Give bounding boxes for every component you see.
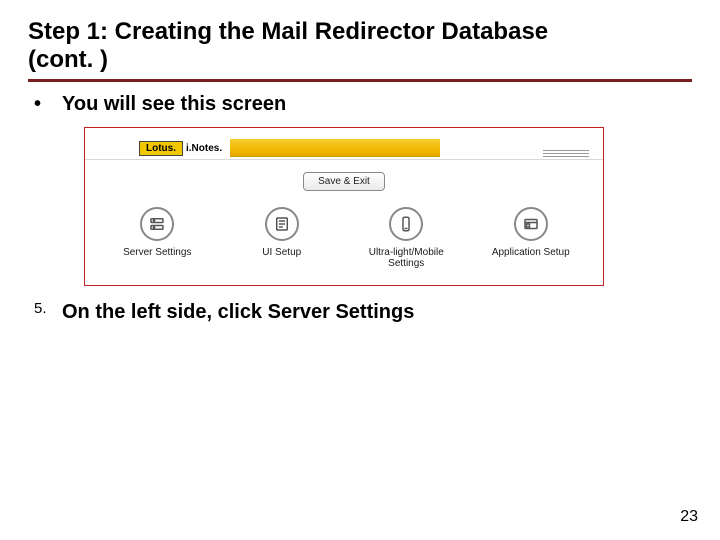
brand-stripe bbox=[230, 139, 440, 157]
slide: Step 1: Creating the Mail Redirector Dat… bbox=[0, 0, 720, 540]
application-icon bbox=[514, 207, 548, 241]
settings-tiles: Server Settings UI Setup Ultra-light/Mob… bbox=[85, 197, 603, 285]
bullet-text: You will see this screen bbox=[62, 92, 692, 117]
inotes-logo: i.Notes. bbox=[186, 143, 222, 154]
tile-application-setup[interactable]: Application Setup bbox=[476, 207, 586, 258]
inotes-screenshot: Lotus. i.Notes. Save & Exit Server Setti… bbox=[84, 127, 604, 286]
screenshot-header: Lotus. i.Notes. bbox=[85, 128, 603, 160]
title-line-1: Step 1: Creating the Mail Redirector Dat… bbox=[28, 18, 548, 45]
slide-title: Step 1: Creating the Mail Redirector Dat… bbox=[28, 18, 692, 77]
bullet-item-intro: • You will see this screen bbox=[34, 92, 692, 117]
header-text-lines bbox=[543, 150, 589, 159]
title-line-2: (cont. ) bbox=[28, 46, 108, 73]
bullet-marker: • bbox=[34, 92, 62, 116]
mobile-icon bbox=[389, 207, 423, 241]
server-icon bbox=[140, 207, 174, 241]
lotus-logo: Lotus. bbox=[139, 141, 183, 156]
page-number: 23 bbox=[680, 508, 698, 526]
tile-label: Ultra-light/Mobile Settings bbox=[351, 247, 461, 269]
tile-label: Application Setup bbox=[492, 247, 570, 258]
tile-server-settings[interactable]: Server Settings bbox=[102, 207, 212, 258]
bullet-text: On the left side, click Server Settings bbox=[62, 300, 692, 325]
tile-mobile-settings[interactable]: Ultra-light/Mobile Settings bbox=[351, 207, 461, 269]
tile-ui-setup[interactable]: UI Setup bbox=[227, 207, 337, 258]
screenshot-container: Lotus. i.Notes. Save & Exit Server Setti… bbox=[84, 127, 692, 286]
tile-label: Server Settings bbox=[123, 247, 191, 258]
title-underline bbox=[28, 79, 692, 82]
bullet-list-2: 5. On the left side, click Server Settin… bbox=[28, 300, 692, 325]
ui-setup-icon bbox=[265, 207, 299, 241]
bullet-list: • You will see this screen bbox=[28, 92, 692, 117]
brand-bar: Lotus. i.Notes. bbox=[139, 137, 440, 159]
bullet-marker: 5. bbox=[34, 300, 62, 318]
tile-label: UI Setup bbox=[262, 247, 301, 258]
bullet-item-step5: 5. On the left side, click Server Settin… bbox=[34, 300, 692, 325]
button-row: Save & Exit bbox=[85, 160, 603, 197]
save-exit-button[interactable]: Save & Exit bbox=[303, 172, 385, 191]
